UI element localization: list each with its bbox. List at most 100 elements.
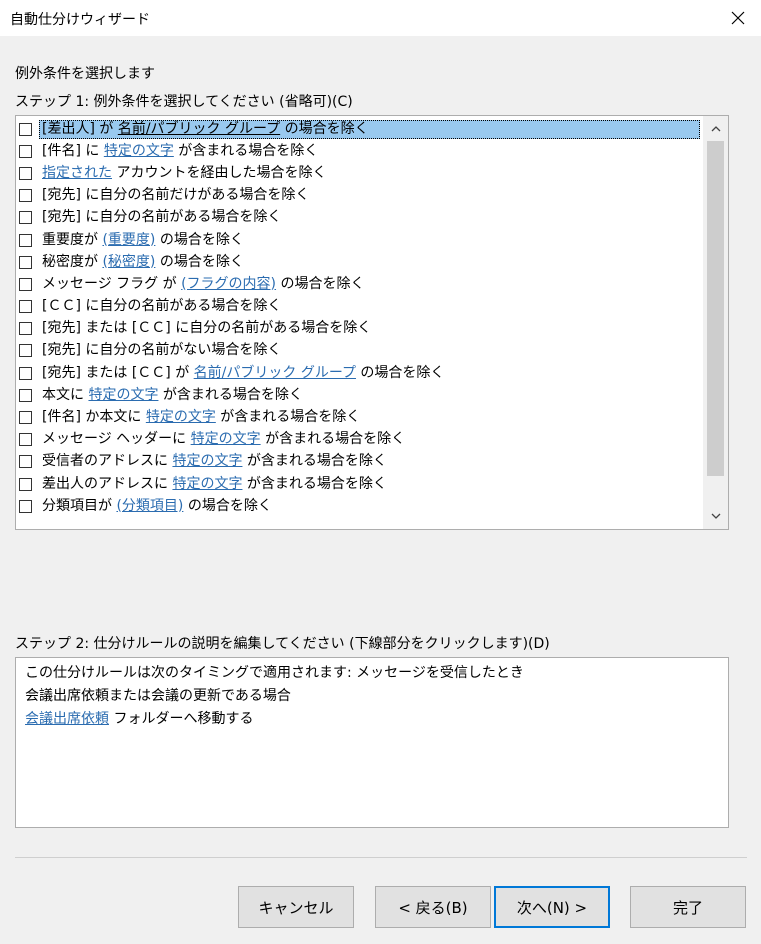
- condition-text: [宛先] に自分の名前がない場合を除く: [42, 342, 282, 359]
- condition-label: 分類項目が (分類項目) の場合を除く: [39, 497, 700, 516]
- condition-text: の場合を除く: [355, 364, 445, 381]
- condition-checkbox[interactable]: [19, 344, 32, 358]
- condition-label: [件名] に 特定の文字 が含まれる場合を除く: [39, 142, 700, 161]
- condition-row[interactable]: 指定された アカウントを経由した場合を除く: [16, 162, 702, 184]
- exception-conditions-list[interactable]: [差出人] が 名前/パブリック グループ の場合を除く [件名] に 特定の文字…: [15, 115, 729, 530]
- condition-row[interactable]: 本文に 特定の文字 が含まれる場合を除く: [16, 384, 702, 406]
- condition-link[interactable]: 特定の文字: [191, 431, 261, 447]
- condition-row[interactable]: [宛先] に自分の名前だけがある場合を除く: [16, 185, 702, 207]
- condition-link[interactable]: 特定の文字: [146, 409, 216, 425]
- back-button[interactable]: < 戻る(B): [375, 886, 491, 928]
- close-icon: [731, 11, 745, 25]
- condition-checkbox[interactable]: [19, 411, 32, 425]
- condition-checkbox[interactable]: [19, 277, 32, 291]
- condition-checkbox[interactable]: [19, 189, 32, 203]
- condition-label: [件名] か本文に 特定の文字 が含まれる場合を除く: [39, 408, 700, 427]
- condition-link[interactable]: 名前/パブリック グループ: [194, 365, 356, 381]
- condition-text: 重要度が: [42, 231, 103, 248]
- condition-link[interactable]: 特定の文字: [88, 387, 158, 403]
- condition-link[interactable]: (秘密度): [102, 254, 155, 270]
- condition-link[interactable]: (重要度): [102, 232, 155, 248]
- condition-checkbox[interactable]: [19, 322, 32, 336]
- condition-row[interactable]: [件名] か本文に 特定の文字 が含まれる場合を除く: [16, 406, 702, 428]
- condition-text: の場合を除く: [183, 497, 272, 514]
- condition-text: 受信者のアドレスに: [42, 453, 173, 470]
- condition-text: の場合を除く: [155, 253, 244, 270]
- condition-text: の場合を除く: [276, 275, 365, 292]
- condition-row[interactable]: [ＣＣ] に自分の名前がある場合を除く: [16, 296, 702, 318]
- meeting-request-folder-link[interactable]: 会議出席依頼: [25, 711, 109, 727]
- close-button[interactable]: [715, 0, 761, 36]
- condition-checkbox[interactable]: [19, 499, 32, 513]
- condition-checkbox[interactable]: [19, 166, 32, 180]
- page-heading: 例外条件を選択します: [15, 66, 155, 82]
- condition-link[interactable]: 特定の文字: [172, 453, 242, 469]
- condition-label: [宛先] に自分の名前がある場合を除く: [39, 208, 700, 227]
- condition-row[interactable]: [宛先] に自分の名前がある場合を除く: [16, 207, 702, 229]
- condition-checkbox[interactable]: [19, 477, 32, 491]
- condition-checkbox[interactable]: [19, 211, 32, 225]
- vertical-scrollbar[interactable]: [703, 116, 728, 529]
- condition-text: メッセージ フラグ が: [42, 275, 182, 292]
- condition-row[interactable]: [宛先] または [ＣＣ] に自分の名前がある場合を除く: [16, 318, 702, 340]
- condition-label: 秘密度が (秘密度) の場合を除く: [39, 253, 700, 272]
- condition-label: [宛先] に自分の名前だけがある場合を除く: [39, 186, 700, 205]
- condition-text: [宛先] に自分の名前がある場合を除く: [42, 209, 282, 226]
- condition-row[interactable]: 重要度が (重要度) の場合を除く: [16, 229, 702, 251]
- scroll-up-button[interactable]: [703, 118, 728, 140]
- step2-label: ステップ 2: 仕分けルールの説明を編集してください (下線部分をクリックします…: [15, 636, 550, 652]
- condition-text: 差出人のアドレスに: [42, 475, 173, 492]
- condition-label: 受信者のアドレスに 特定の文字 が含まれる場合を除く: [39, 452, 700, 471]
- condition-checkbox[interactable]: [19, 433, 32, 447]
- description-line-2: 会議出席依頼または会議の更新である場合: [25, 688, 291, 704]
- condition-link[interactable]: 特定の文字: [104, 143, 174, 159]
- condition-text: [宛先] または [ＣＣ] が: [42, 364, 194, 381]
- condition-label: [宛先] または [ＣＣ] が 名前/パブリック グループ の場合を除く: [39, 364, 700, 383]
- scroll-down-button[interactable]: [703, 505, 728, 527]
- condition-link[interactable]: 特定の文字: [172, 476, 242, 492]
- condition-row[interactable]: メッセージ フラグ が (フラグの内容) の場合を除く: [16, 273, 702, 295]
- condition-label: 重要度が (重要度) の場合を除く: [39, 231, 700, 250]
- condition-label: [ＣＣ] に自分の名前がある場合を除く: [39, 297, 700, 316]
- condition-label: [差出人] が 名前/パブリック グループ の場合を除く: [39, 119, 700, 139]
- conditions-container: [差出人] が 名前/パブリック グループ の場合を除く [件名] に 特定の文字…: [16, 118, 702, 517]
- condition-label: メッセージ フラグ が (フラグの内容) の場合を除く: [39, 275, 700, 294]
- condition-checkbox[interactable]: [19, 300, 32, 314]
- condition-text: [件名] に: [42, 142, 104, 159]
- scroll-thumb[interactable]: [707, 141, 724, 476]
- condition-text: 分類項目が: [42, 497, 117, 514]
- condition-link[interactable]: (フラグの内容): [181, 276, 276, 292]
- condition-link[interactable]: (分類項目): [116, 498, 183, 514]
- finish-button[interactable]: 完了: [630, 886, 746, 928]
- condition-text: [差出人] が: [42, 120, 118, 137]
- chevron-down-icon: [711, 513, 720, 519]
- condition-checkbox[interactable]: [19, 255, 32, 269]
- next-button[interactable]: 次へ(N) >: [494, 886, 610, 928]
- condition-row[interactable]: 秘密度が (秘密度) の場合を除く: [16, 251, 702, 273]
- condition-row[interactable]: [件名] に 特定の文字 が含まれる場合を除く: [16, 140, 702, 162]
- condition-row[interactable]: [宛先] または [ＣＣ] が 名前/パブリック グループ の場合を除く: [16, 362, 702, 384]
- condition-row[interactable]: 分類項目が (分類項目) の場合を除く: [16, 495, 702, 517]
- condition-text: [件名] か本文に: [42, 409, 146, 426]
- condition-row[interactable]: [差出人] が 名前/パブリック グループ の場合を除く: [16, 118, 702, 140]
- window-title: 自動仕分けウィザード: [10, 12, 150, 28]
- condition-row[interactable]: 差出人のアドレスに 特定の文字 が含まれる場合を除く: [16, 473, 702, 495]
- condition-checkbox[interactable]: [19, 144, 32, 158]
- condition-row[interactable]: メッセージ ヘッダーに 特定の文字 が含まれる場合を除く: [16, 429, 702, 451]
- condition-link[interactable]: 名前/パブリック グループ: [118, 121, 280, 137]
- condition-row[interactable]: [宛先] に自分の名前がない場合を除く: [16, 340, 702, 362]
- condition-checkbox[interactable]: [19, 455, 32, 469]
- condition-link[interactable]: 指定された: [42, 165, 112, 181]
- condition-checkbox[interactable]: [19, 122, 32, 136]
- condition-text: の場合を除く: [280, 120, 369, 137]
- condition-checkbox[interactable]: [19, 388, 32, 402]
- condition-text: が含まれる場合を除く: [173, 142, 319, 159]
- step1-label: ステップ 1: 例外条件を選択してください (省略可)(C): [15, 94, 353, 110]
- condition-row[interactable]: 受信者のアドレスに 特定の文字 が含まれる場合を除く: [16, 451, 702, 473]
- condition-checkbox[interactable]: [19, 366, 32, 380]
- condition-text: が含まれる場合を除く: [215, 409, 361, 426]
- condition-label: 本文に 特定の文字 が含まれる場合を除く: [39, 386, 700, 405]
- condition-checkbox[interactable]: [19, 233, 32, 247]
- condition-label: [宛先] または [ＣＣ] に自分の名前がある場合を除く: [39, 319, 700, 338]
- cancel-button[interactable]: キャンセル: [238, 886, 354, 928]
